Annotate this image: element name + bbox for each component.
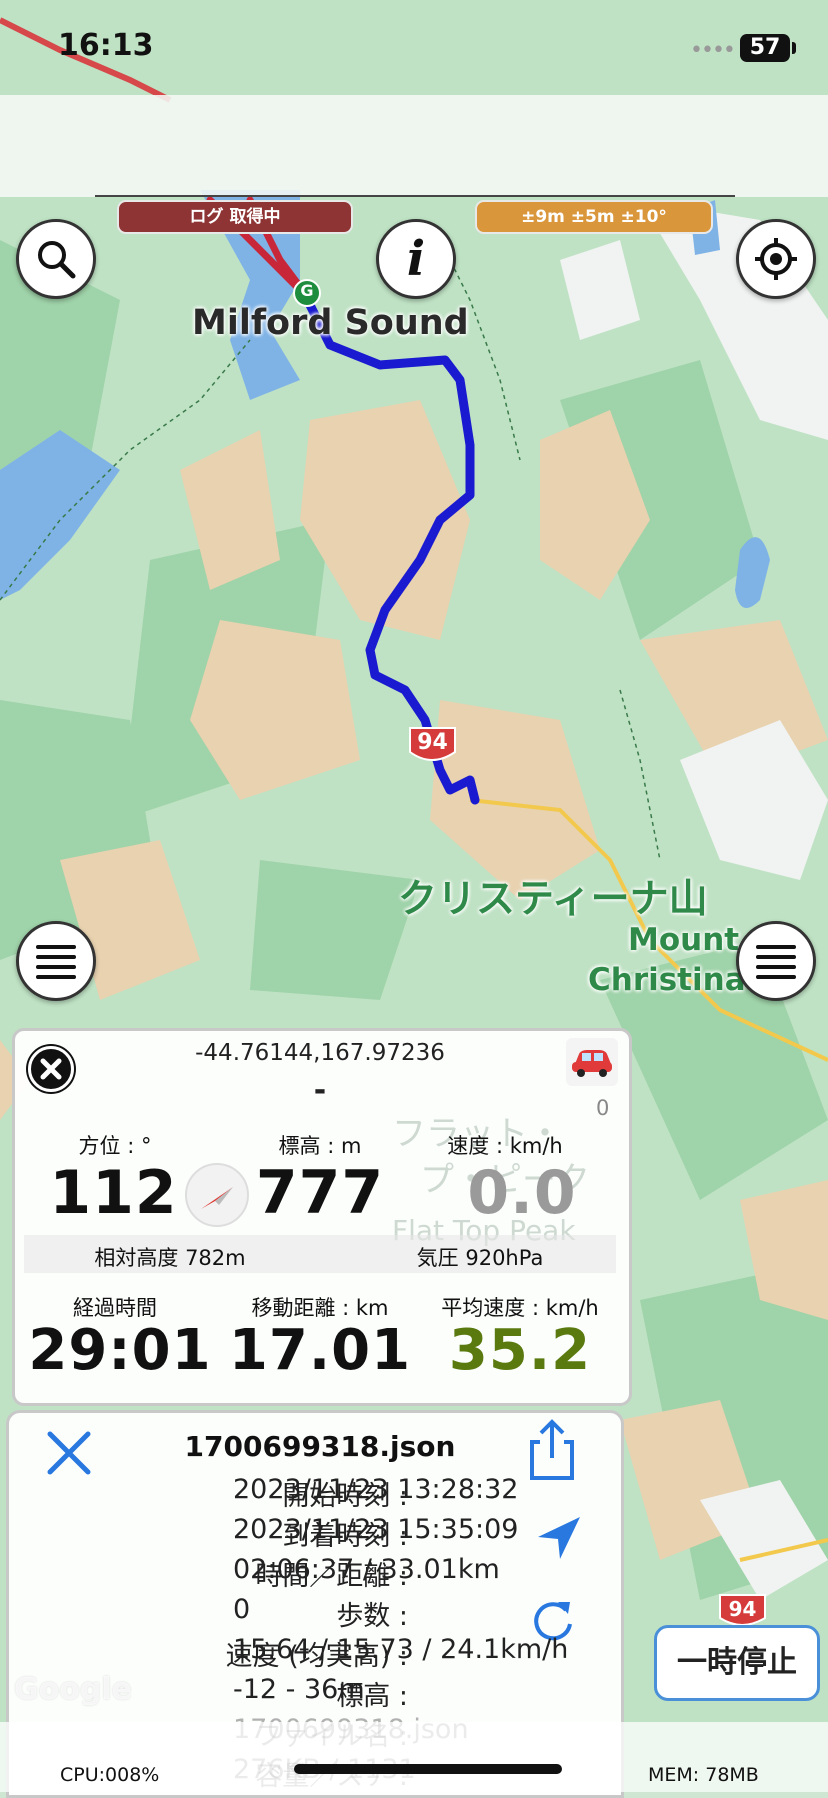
- signal-icon: ••••: [690, 38, 736, 63]
- search-icon: [38, 241, 76, 279]
- distance-value: 17.01: [228, 1318, 412, 1383]
- heading-label: 方位 : °: [78, 1134, 152, 1158]
- top-bar: [0, 95, 828, 197]
- file-info-value: 15.64 / 15.73 / 24.1km/h: [233, 1634, 569, 1665]
- elapsed-time-value: 29:01: [28, 1318, 212, 1383]
- relative-altitude: 相対高度 782m: [94, 1246, 246, 1270]
- file-info-value: -12 - 36m: [233, 1674, 365, 1705]
- file-info-key: 歩数 :: [336, 1601, 408, 1632]
- accuracy-pill: ±9m ±5m ±10°: [475, 200, 713, 234]
- menu-icon: [36, 945, 76, 979]
- speed-label: 速度 : km/h: [447, 1134, 563, 1158]
- close-icon: [47, 1431, 91, 1475]
- road-shield-label-bottom: 94: [728, 1597, 757, 1621]
- road-shield-label: 94: [417, 730, 448, 755]
- coordinates[interactable]: -44.76144,167.97236: [120, 1040, 520, 1066]
- close-file-button[interactable]: [44, 1428, 94, 1478]
- memory-usage: MEM: 78MB: [648, 1764, 759, 1786]
- google-watermark: Google: [14, 1672, 132, 1707]
- cpu-usage: CPU:008%: [60, 1764, 160, 1786]
- menu-button-right[interactable]: [736, 921, 816, 1001]
- menu-button-left[interactable]: [16, 921, 96, 1001]
- transport-mode-button[interactable]: [566, 1038, 618, 1086]
- locate-button[interactable]: [736, 219, 816, 299]
- search-button[interactable]: [16, 219, 96, 299]
- share-icon: [530, 1419, 574, 1480]
- place-label-christina-en-1: Mount: [628, 922, 740, 958]
- file-info-value: 02:06:37 / 33.01km: [233, 1554, 500, 1585]
- file-info-value: 2023/11/23 13:28:32: [233, 1474, 519, 1505]
- file-title: 1700699318.json: [184, 1430, 456, 1463]
- share-button[interactable]: [524, 1418, 580, 1482]
- speed-value: 0.0: [467, 1158, 577, 1228]
- file-info-value: 2023/11/23 15:35:09: [233, 1514, 519, 1545]
- info-icon: i: [406, 231, 426, 287]
- status-time: 16:13: [58, 28, 154, 63]
- car-icon: [572, 1050, 612, 1077]
- goal-marker-letter: G: [300, 281, 314, 300]
- avg-speed-value: 35.2: [448, 1318, 592, 1383]
- altitude-value: 777: [255, 1158, 385, 1228]
- logging-status-pill: ログ 取得中: [117, 200, 353, 234]
- place-label-christina-jp: クリスティーナ山: [398, 877, 708, 922]
- place-label-milford: Milford Sound: [192, 303, 469, 343]
- car-count: 0: [596, 1096, 610, 1120]
- place-label-christina-en-2: Christina: [588, 962, 746, 998]
- battery-icon: 57: [740, 34, 790, 62]
- close-icon: [40, 1058, 62, 1080]
- pause-button[interactable]: 一時停止: [654, 1625, 820, 1701]
- file-info-value: 0: [233, 1594, 251, 1625]
- navigate-button[interactable]: [536, 1515, 582, 1561]
- menu-icon: [756, 945, 796, 979]
- close-panel-button[interactable]: [28, 1046, 74, 1092]
- top-divider: [95, 195, 735, 197]
- home-indicator[interactable]: [294, 1764, 562, 1774]
- compass-icon: [185, 1163, 249, 1227]
- battery-tip: [792, 42, 796, 54]
- info-button[interactable]: i: [376, 219, 456, 299]
- heading-value: 112: [49, 1158, 178, 1228]
- navigate-arrow-icon: [538, 1517, 580, 1559]
- altitude-label: 標高 : m: [278, 1134, 362, 1158]
- locate-icon: [755, 238, 797, 280]
- air-pressure: 気圧 920hPa: [416, 1246, 544, 1270]
- address-text: -: [313, 1073, 327, 1108]
